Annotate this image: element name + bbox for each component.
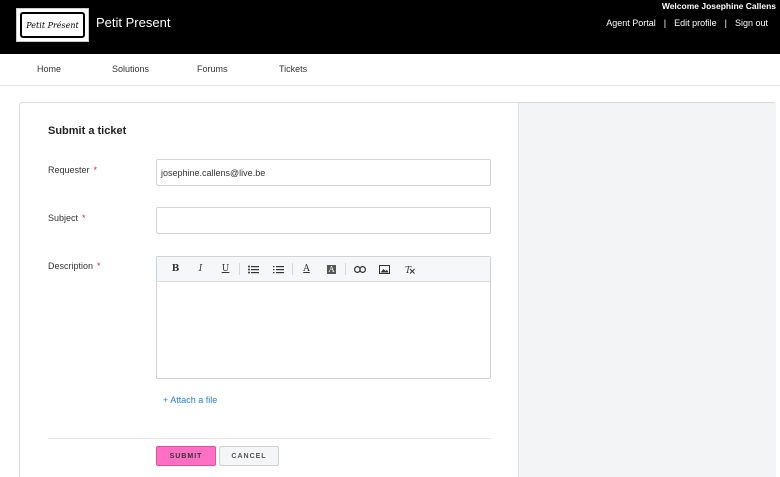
header-bar: Petit Présent Petit Present Welcome Jose… bbox=[0, 0, 780, 54]
background-color-icon[interactable]: A bbox=[319, 259, 344, 279]
nav-item-solutions[interactable]: Solutions bbox=[112, 64, 149, 74]
underline-icon[interactable]: U bbox=[213, 259, 238, 279]
page-title: Submit a ticket bbox=[48, 125, 127, 137]
agent-portal-link[interactable]: Agent Portal bbox=[606, 18, 656, 28]
requester-field[interactable]: josephine.callens@live.be bbox=[156, 159, 491, 186]
subject-label-text: Subject bbox=[48, 213, 79, 223]
sidebar-panel bbox=[518, 103, 776, 477]
toolbar-separator bbox=[345, 263, 346, 275]
numbered-list-icon[interactable] bbox=[266, 259, 291, 279]
nav-item-tickets[interactable]: Tickets bbox=[279, 64, 307, 74]
header-links: Agent Portal | Edit profile | Sign out bbox=[606, 18, 768, 28]
logo-text: Petit Présent bbox=[20, 12, 85, 38]
welcome-message: Welcome Josephine Callens bbox=[661, 1, 776, 11]
bold-icon[interactable]: B bbox=[163, 259, 188, 279]
text-color-icon[interactable]: A bbox=[294, 259, 319, 279]
site-name[interactable]: Petit Present bbox=[96, 15, 170, 30]
nav-item-forums[interactable]: Forums bbox=[197, 64, 228, 74]
submit-button[interactable]: SUBMIT bbox=[156, 446, 216, 466]
background-color-glyph: A bbox=[326, 264, 337, 274]
subject-label: Subject * bbox=[48, 213, 86, 223]
ticket-card: Submit a ticket Requester * josephine.cal… bbox=[19, 102, 776, 477]
logo[interactable]: Petit Présent bbox=[16, 8, 89, 42]
edit-profile-link[interactable]: Edit profile bbox=[674, 18, 717, 28]
main-nav: Home Solutions Forums Tickets bbox=[0, 54, 780, 86]
clear-format-icon[interactable]: T bbox=[397, 259, 422, 279]
divider bbox=[48, 438, 491, 439]
bullet-list-icon[interactable] bbox=[241, 259, 266, 279]
description-label-text: Description bbox=[48, 261, 94, 271]
image-icon[interactable] bbox=[372, 259, 397, 279]
toolbar-separator bbox=[239, 263, 240, 275]
description-label: Description * bbox=[48, 261, 101, 271]
link-icon[interactable] bbox=[347, 259, 372, 279]
nav-item-home[interactable]: Home bbox=[37, 64, 61, 74]
editor-toolbar: B I U A A T bbox=[157, 257, 490, 282]
description-editor: B I U A A T bbox=[156, 256, 491, 379]
description-textarea[interactable] bbox=[157, 282, 490, 379]
subject-field[interactable] bbox=[156, 207, 491, 234]
requester-label: Requester * bbox=[48, 165, 97, 175]
cancel-button[interactable]: CANCEL bbox=[219, 446, 279, 466]
link-separator: | bbox=[724, 18, 727, 28]
attach-file-link[interactable]: + Attach a file bbox=[163, 395, 217, 405]
toolbar-separator bbox=[292, 263, 293, 275]
sign-out-link[interactable]: Sign out bbox=[735, 18, 768, 28]
requester-label-text: Requester bbox=[48, 165, 90, 175]
required-mark: * bbox=[93, 165, 98, 175]
italic-icon[interactable]: I bbox=[188, 259, 213, 279]
required-mark: * bbox=[82, 213, 86, 223]
required-mark: * bbox=[97, 261, 101, 271]
link-separator: | bbox=[663, 18, 667, 28]
